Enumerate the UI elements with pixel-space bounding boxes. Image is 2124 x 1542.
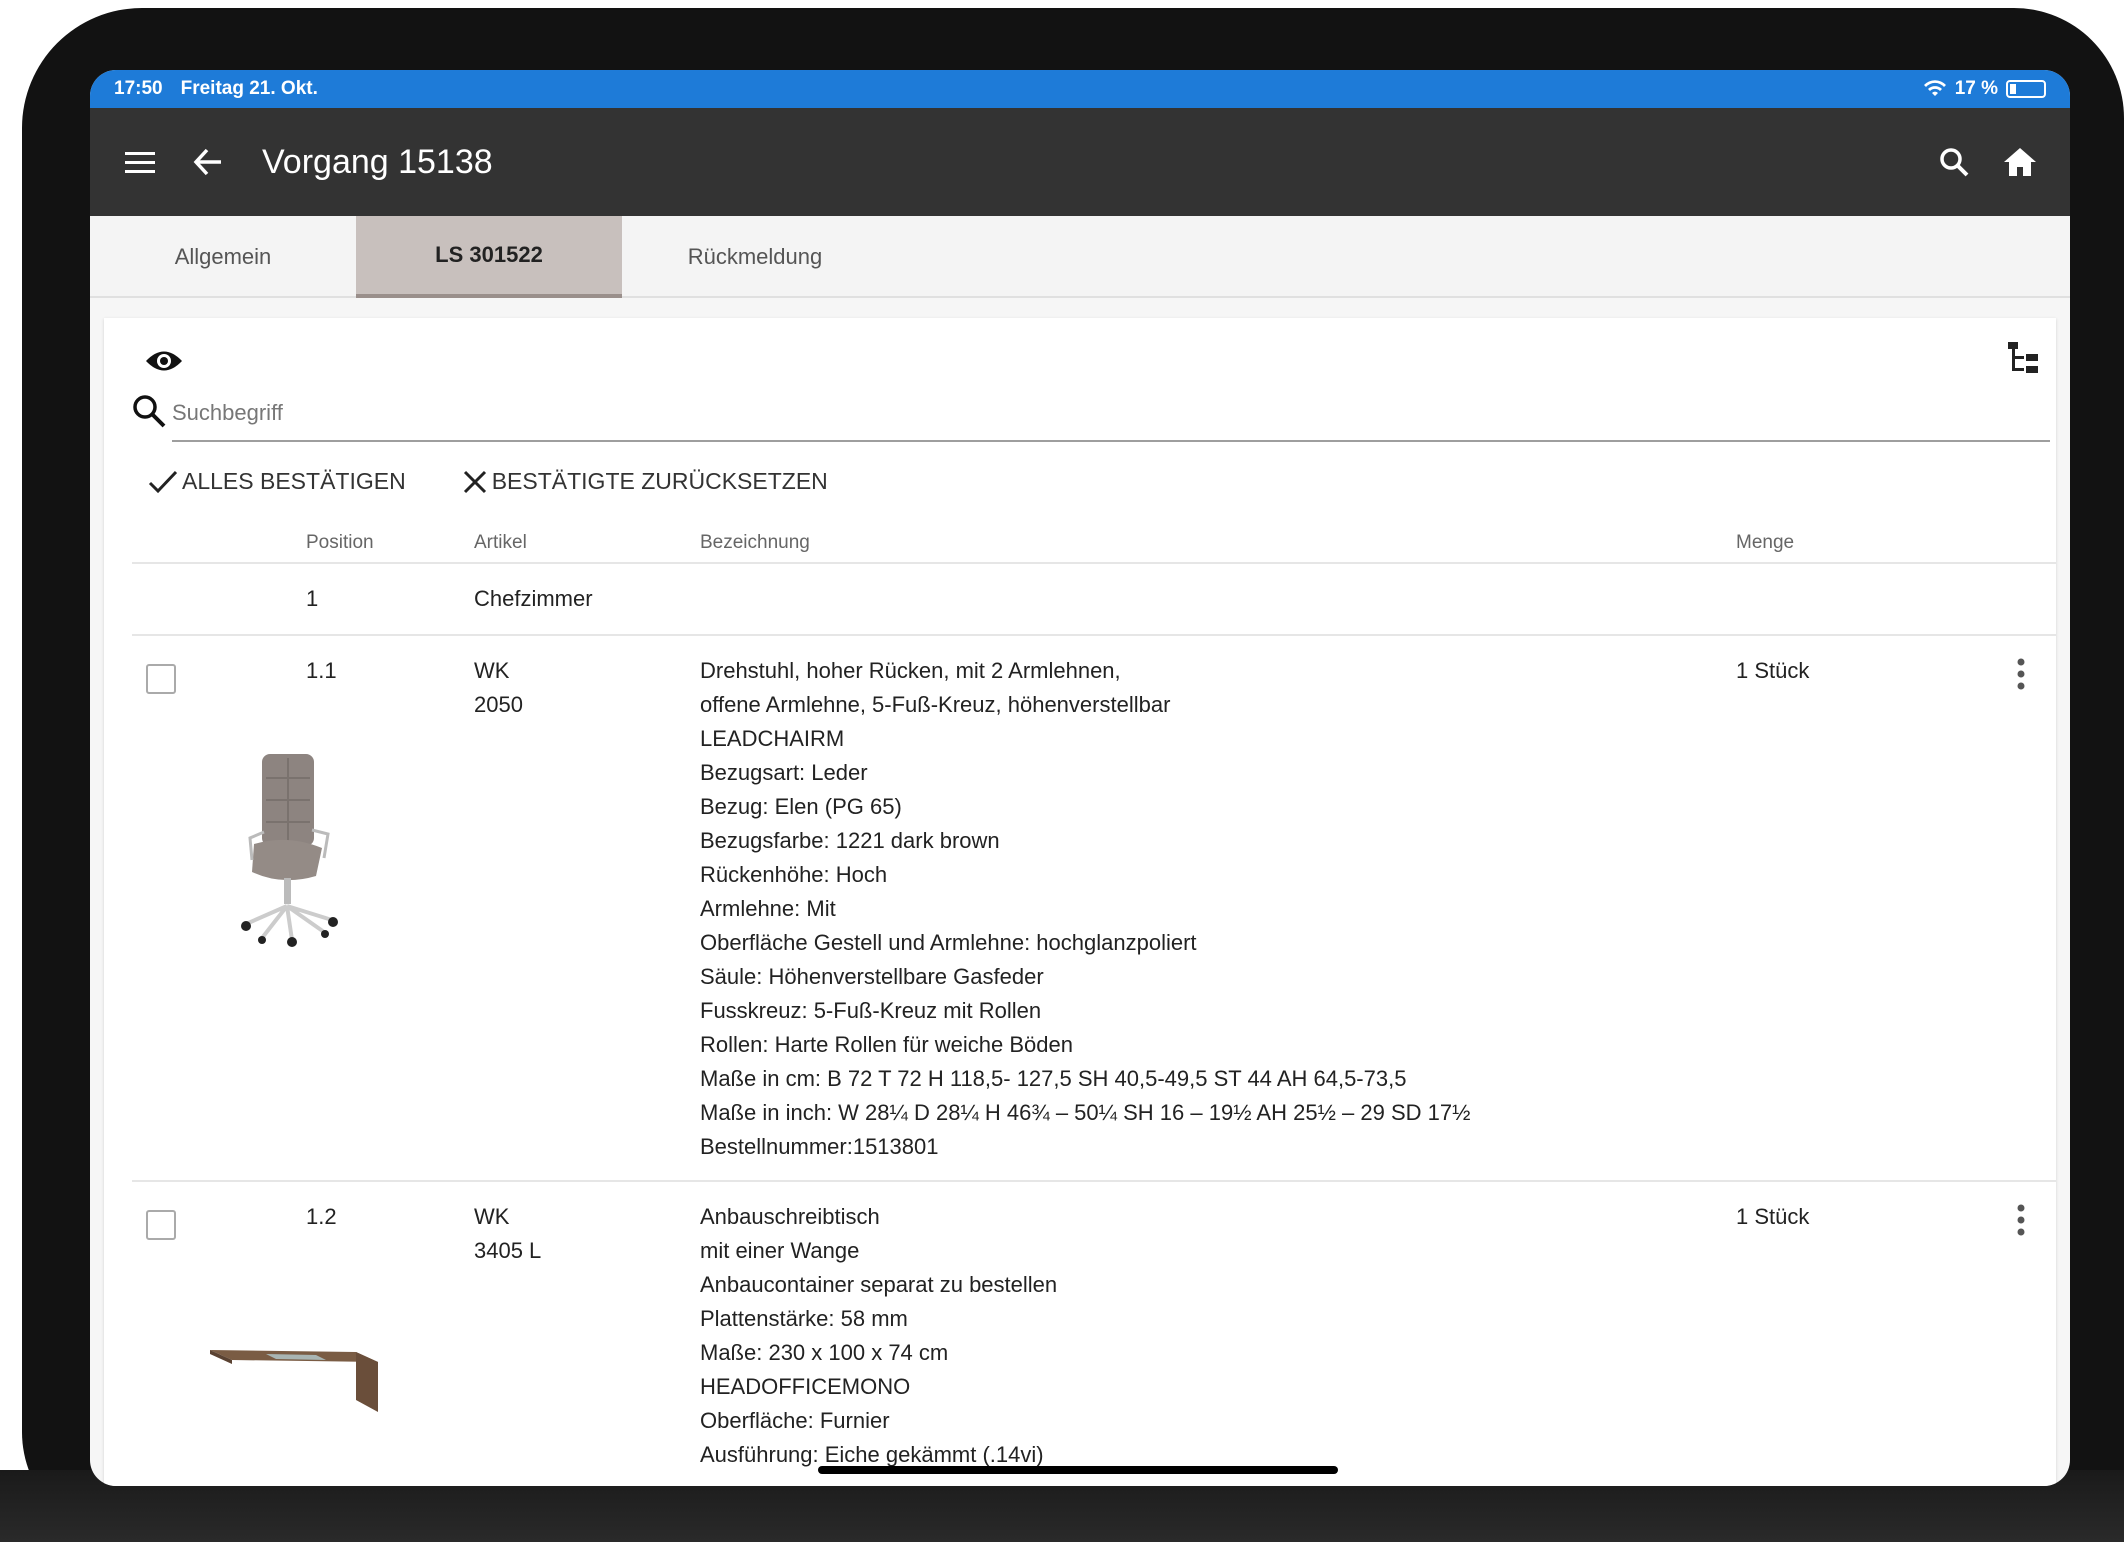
description-line: offene Armlehne, 5-Fuß-Kreuz, höhenverst… [700, 692, 1171, 717]
header-menge[interactable]: Menge [1736, 532, 1794, 554]
row-position: 1.1 [306, 658, 337, 683]
search-icon [1940, 148, 1969, 177]
row-artikel-line2: 3405 L [474, 1238, 542, 1263]
description-line: Fusskreuz: 5-Fuß-Kreuz mit Rollen [700, 998, 1042, 1023]
row-menge: 1 Stück [1736, 1204, 1810, 1229]
description-line: Bezugsfarbe: 1221 dark brown [700, 828, 1000, 853]
description-line: Drehstuhl, hoher Rücken, mit 2 Armlehnen… [700, 658, 1121, 683]
tab-rueckmeldung[interactable]: Rückmeldung [622, 216, 888, 298]
row-description: Drehstuhl, hoher Rücken, mit 2 Armlehnen… [700, 654, 1470, 1164]
tab-allgemein[interactable]: Allgemein [90, 216, 356, 298]
status-time: 17:50 [114, 78, 163, 99]
description-line: HEADOFFICEMONO [700, 1374, 911, 1399]
description-line: Oberfläche: Furnier [700, 1408, 890, 1433]
search-input[interactable] [172, 386, 2050, 442]
description-line: Bezug: Elen (PG 65) [700, 794, 902, 819]
battery-percent: 17 % [1954, 78, 1998, 99]
description-line: Anbauschreibtisch [700, 1204, 880, 1229]
description-line: Rollen: Harte Rollen für weiche Böden [700, 1032, 1073, 1057]
confirm-all-label: ALLES BESTÄTIGEN [182, 468, 406, 494]
wifi-icon [1923, 80, 1946, 96]
description-line: Bestellnummer:1513801 [700, 1134, 939, 1159]
page-title: Vorgang 15138 [262, 142, 493, 181]
close-icon [463, 470, 486, 493]
confirm-all-button[interactable]: ALLES BESTÄTIGEN [148, 468, 406, 495]
tab-ls-301522[interactable]: LS 301522 [356, 216, 622, 298]
description-line: Maße in cm: B 72 T 72 H 118,5- 127,5 SH … [700, 1066, 1407, 1091]
tree-view-icon[interactable] [2006, 340, 2042, 376]
home-indicator[interactable] [818, 1466, 1338, 1474]
description-line: Oberfläche Gestell und Armlehne: hochgla… [700, 930, 1197, 955]
row-checkbox[interactable] [146, 664, 176, 694]
group-name: Chefzimmer [474, 586, 593, 611]
row-artikel-line2: 2050 [474, 692, 523, 717]
description-line: Bezugsart: Leder [700, 760, 868, 785]
description-line: Maße in inch: W 28¼ D 28¼ H 46¾ – 50¼ SH… [700, 1100, 1471, 1125]
description-line: Anbaucontainer separat zu bestellen [700, 1272, 1058, 1297]
description-line: Rückenhöhe: Hoch [700, 862, 888, 887]
home-button[interactable] [1994, 136, 2046, 188]
hamburger-icon [125, 152, 155, 173]
action-bar: ALLES BESTÄTIGEN BESTÄTIGTE ZURÜCKSETZEN [148, 468, 828, 495]
header-position[interactable]: Position [306, 532, 374, 554]
description-line: Armlehne: Mit [700, 896, 836, 921]
row-description: Anbauschreibtisch mit einer Wange Anbauc… [700, 1200, 1057, 1472]
row-checkbox[interactable] [146, 1210, 176, 1240]
menu-button[interactable] [114, 136, 166, 188]
search-button[interactable] [1928, 136, 1980, 188]
reset-confirmed-label: BESTÄTIGTE ZURÜCKSETZEN [491, 468, 828, 494]
description-line: Säule: Höhenverstellbare Gasfeder [700, 964, 1044, 989]
status-bar: 17:50 Freitag 21. Okt. 17 % [90, 70, 2070, 108]
more-vert-icon[interactable] [2006, 654, 2036, 694]
table-header: Position Artikel Bezeichnung Menge [132, 524, 2056, 564]
status-date: Freitag 21. Okt. [180, 78, 318, 99]
desk-image [210, 1350, 378, 1412]
description-line: LEADCHAIRM [700, 726, 845, 751]
tab-bar: Allgemein LS 301522 Rückmeldung [90, 216, 2070, 298]
eye-icon[interactable] [144, 346, 184, 376]
battery-icon [2006, 80, 2046, 98]
group-row[interactable]: 1 Chefzimmer [132, 566, 2056, 636]
check-icon [148, 470, 178, 493]
table-row[interactable]: 1.1 WK 2050 Drehstuhl, hoher Rücken, mit… [132, 636, 2056, 1182]
row-artikel-line1: WK [474, 658, 510, 683]
status-right: 17 % [1923, 78, 2046, 100]
more-vert-icon[interactable] [2006, 1200, 2036, 1240]
office-chair-image [241, 754, 338, 947]
home-icon [2004, 148, 2036, 176]
reset-confirmed-button[interactable]: BESTÄTIGTE ZURÜCKSETZEN [462, 468, 828, 495]
group-position: 1 [306, 586, 319, 611]
delivery-card: ALLES BESTÄTIGEN BESTÄTIGTE ZURÜCKSETZEN… [104, 318, 2056, 1486]
search-icon [133, 395, 166, 428]
row-menge: 1 Stück [1736, 658, 1810, 683]
description-line: mit einer Wange [700, 1238, 860, 1263]
row-artikel-line1: WK [474, 1204, 510, 1229]
description-line: Maße: 230 x 100 x 74 cm [700, 1340, 949, 1365]
device-screen: 17:50 Freitag 21. Okt. 17 % Vorgang 1513… [90, 70, 2070, 1486]
row-position: 1.2 [306, 1204, 337, 1229]
header-artikel[interactable]: Artikel [474, 532, 527, 554]
back-button[interactable] [182, 136, 234, 188]
arrow-left-icon [193, 148, 221, 176]
table-row[interactable]: 1.2 WK 3405 L Anbauschreibtisch mit eine… [132, 1182, 2056, 1486]
search-row [132, 386, 2052, 446]
description-line: Plattenstärke: 58 mm [700, 1306, 908, 1331]
header-bezeichnung[interactable]: Bezeichnung [700, 532, 810, 554]
app-bar: Vorgang 15138 [90, 108, 2070, 216]
